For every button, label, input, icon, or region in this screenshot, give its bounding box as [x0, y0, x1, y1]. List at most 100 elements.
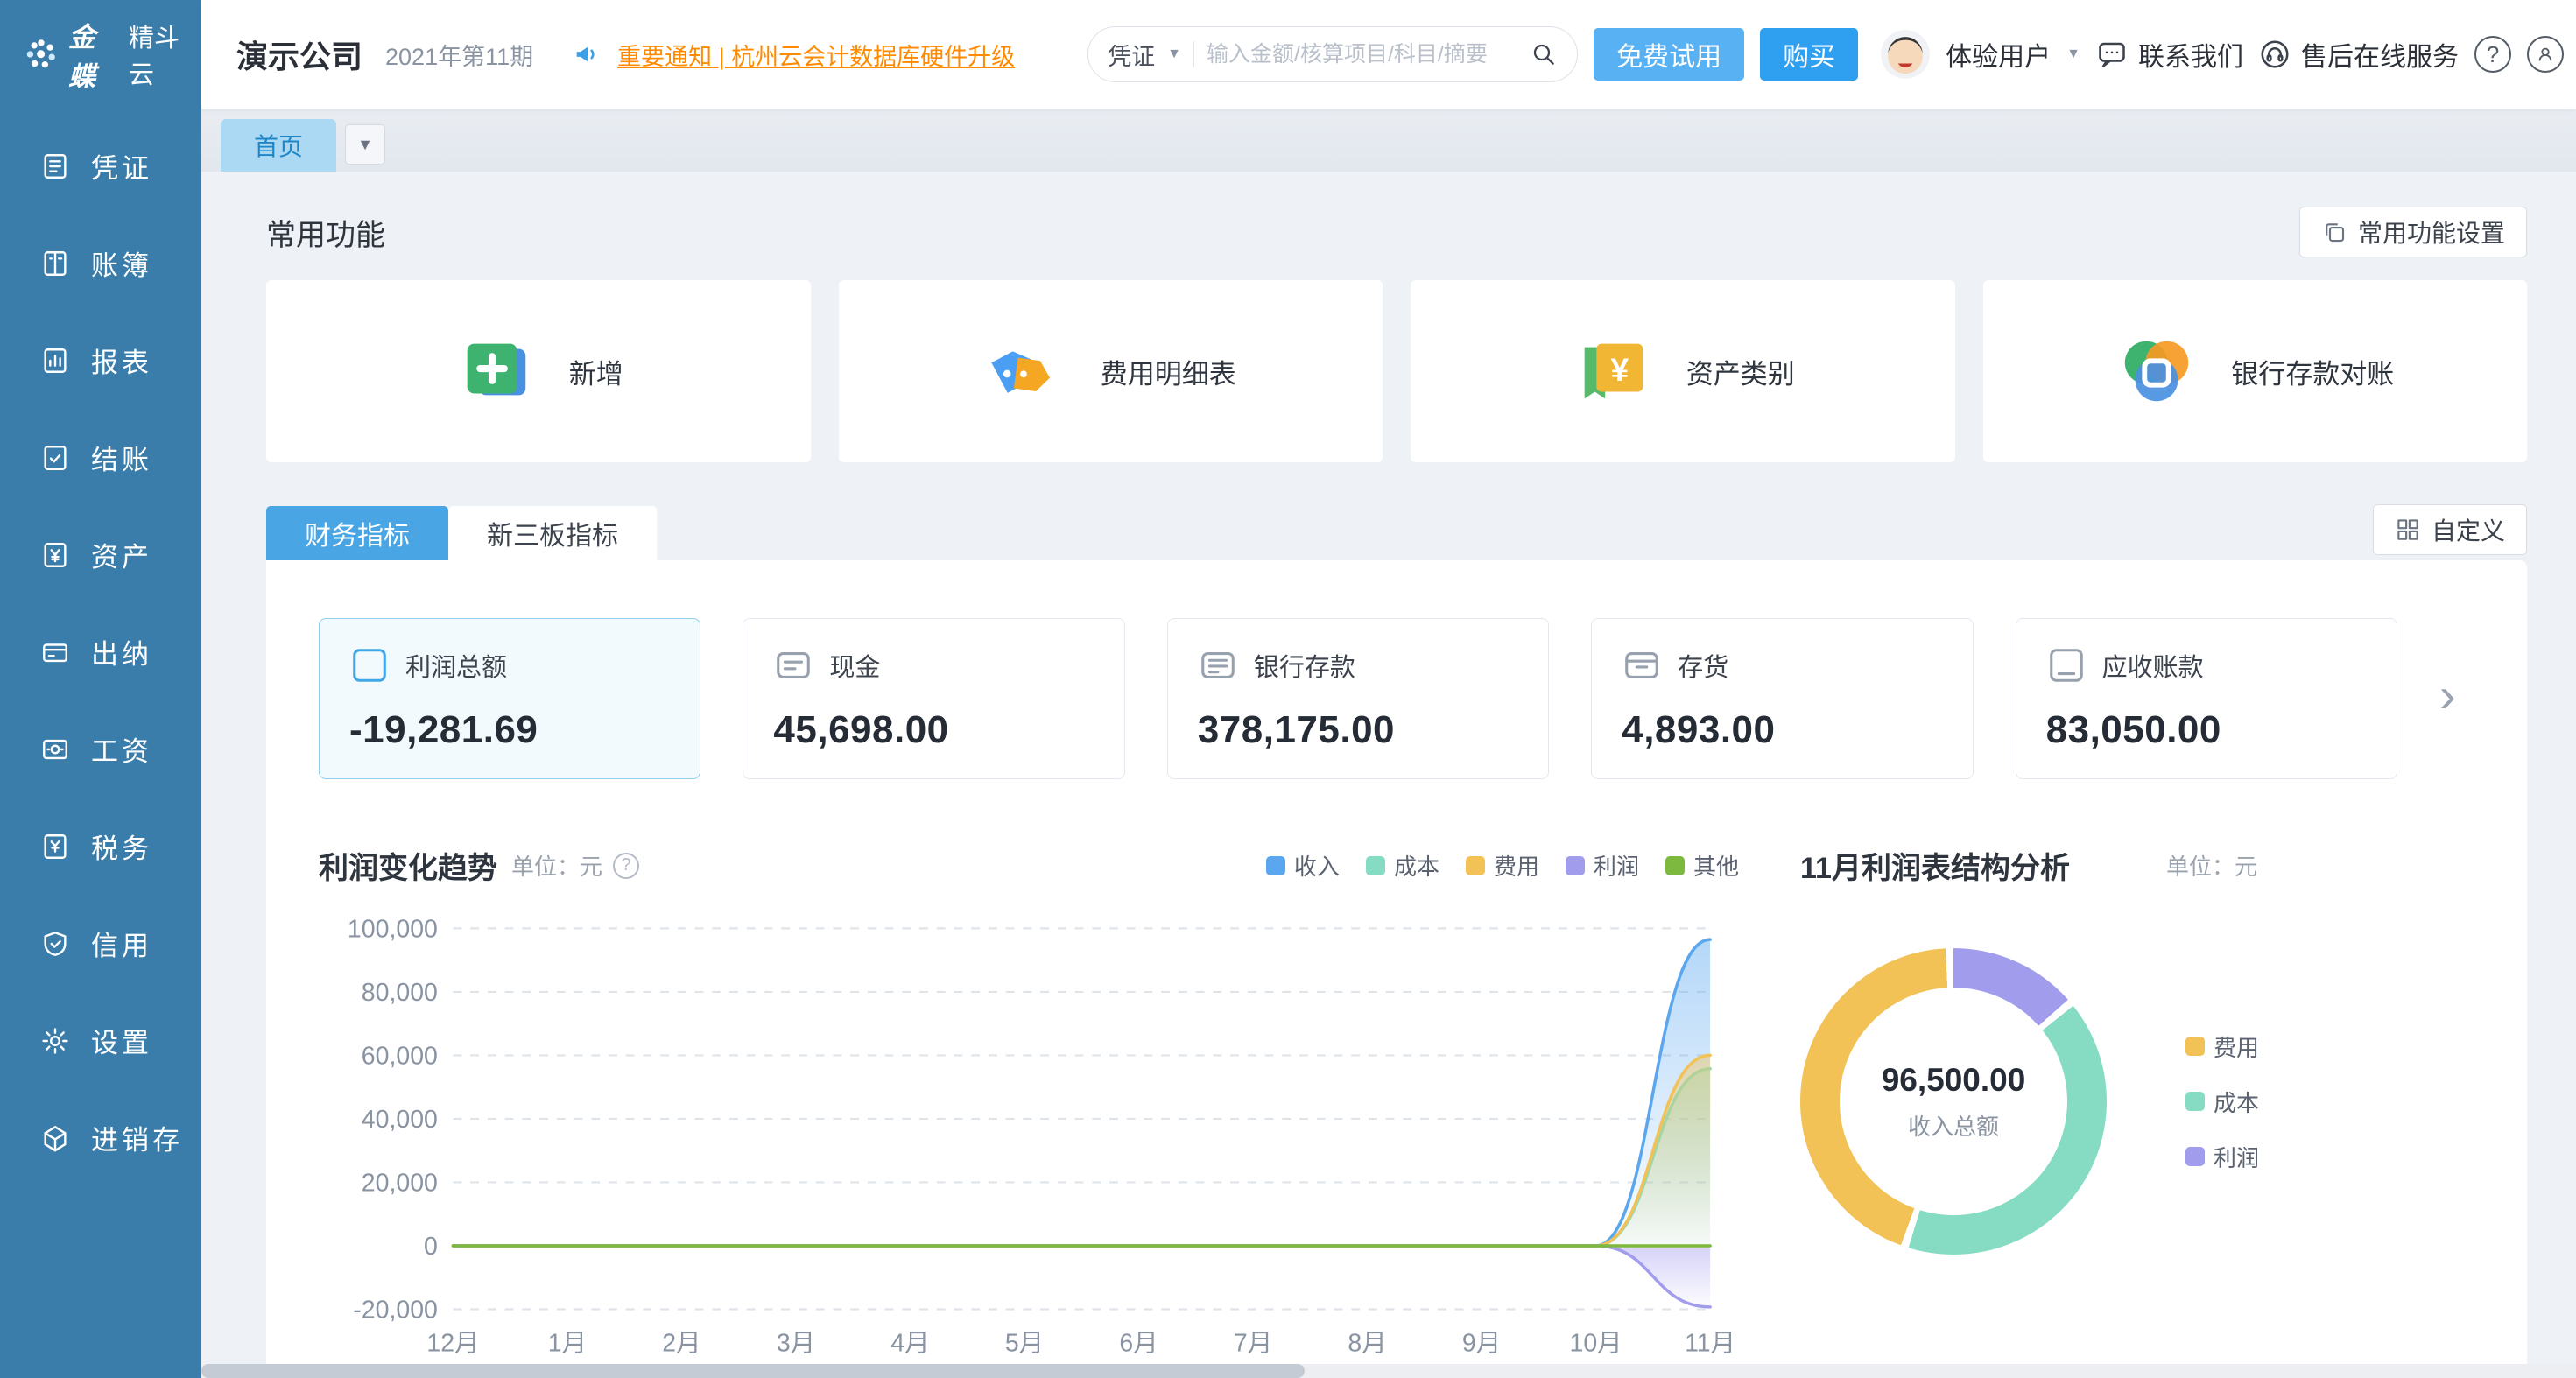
reconcile-icon: [2115, 330, 2198, 412]
svg-text:¥: ¥: [1610, 351, 1629, 388]
company-name[interactable]: 演示公司: [236, 32, 362, 77]
sidebar-item-label: 信用: [91, 924, 152, 963]
important-notice-link[interactable]: 重要通知 | 杭州云会计数据库硬件升级: [617, 38, 1015, 72]
legend-swatch: [2185, 1092, 2205, 1111]
user-avatar[interactable]: [1881, 30, 1930, 79]
search-category-select[interactable]: 凭证: [1108, 38, 1155, 72]
metric-label: 银行存款: [1254, 647, 1355, 684]
sidebar-item-inventory[interactable]: 进销存: [0, 1089, 201, 1186]
metric-card-total-profit[interactable]: ¥ 利润总额 -19,281.69: [319, 618, 700, 779]
legend-item-expense[interactable]: 费用: [2185, 1030, 2259, 1063]
legend-item-expense[interactable]: 费用: [1466, 849, 1539, 882]
chevron-down-icon[interactable]: ▼: [1167, 46, 1181, 62]
horizontal-scrollbar[interactable]: [201, 1364, 2576, 1378]
donut-legend: 费用 成本 利润: [2185, 1030, 2259, 1173]
sidebar-item-closing[interactable]: 结账: [0, 409, 201, 506]
legend-label: 成本: [2214, 1086, 2259, 1118]
metric-card-inventory[interactable]: 存货 4,893.00: [1591, 618, 1973, 779]
accounting-period[interactable]: 2021年第11期: [385, 38, 533, 72]
sidebar-item-asset[interactable]: 资产: [0, 506, 201, 603]
info-icon[interactable]: ?: [613, 853, 639, 879]
legend-item-cost[interactable]: 成本: [2185, 1086, 2259, 1118]
app-window: 金蝶 精斗云 凭证 账簿 报表 结账 资产: [0, 0, 2576, 1378]
tab-home[interactable]: 首页: [221, 119, 336, 172]
tab-financial-indicators[interactable]: 财务指标: [266, 506, 448, 560]
notification-icon[interactable]: [2527, 36, 2564, 73]
svg-text:6月: 6月: [1119, 1330, 1158, 1358]
svg-text:-20,000: -20,000: [353, 1296, 438, 1324]
metric-value: 45,698.00: [773, 708, 1094, 752]
search-icon[interactable]: [1530, 40, 1558, 68]
tab-dropdown-button[interactable]: ▼: [345, 124, 385, 165]
svg-text:0: 0: [424, 1233, 438, 1261]
chevron-down-icon[interactable]: ▼: [2066, 46, 2080, 62]
trend-unit-label: 单位：元: [511, 849, 602, 882]
sidebar-item-label: 设置: [91, 1021, 152, 1060]
metric-label: 应收账款: [2102, 647, 2204, 684]
feature-card-label: 资产类别: [1686, 352, 1795, 391]
feature-card-expense-detail[interactable]: 费用明细表: [839, 280, 1383, 462]
sidebar-item-credit[interactable]: 信用: [0, 895, 201, 992]
trend-plot: -20,000020,00040,00060,00080,000100,0001…: [319, 904, 1739, 1365]
customize-button[interactable]: 自定义: [2373, 504, 2527, 555]
sidebar-item-settings[interactable]: 设置: [0, 992, 201, 1089]
chat-bubble-icon: [2096, 39, 2128, 70]
sidebar-item-report[interactable]: 报表: [0, 312, 201, 409]
legend-item-profit[interactable]: 利润: [2185, 1141, 2259, 1173]
tab-neeq-indicators[interactable]: 新三板指标: [448, 506, 657, 560]
main-content: 常用功能 常用功能设置 新增: [201, 172, 2576, 1378]
sidebar-item-payroll[interactable]: 工资: [0, 700, 201, 798]
svg-text:40,000: 40,000: [362, 1106, 438, 1134]
metric-card-bank-deposit[interactable]: 银行存款 378,175.00: [1167, 618, 1549, 779]
closing-icon: [40, 443, 70, 473]
brand-logo[interactable]: 金蝶 精斗云: [0, 0, 201, 109]
sidebar-item-cashier[interactable]: 出纳: [0, 603, 201, 700]
legend-item-income[interactable]: 收入: [1266, 849, 1340, 882]
headset-icon: [2259, 39, 2291, 70]
metric-cards-row: ¥ 利润总额 -19,281.69 现金 45,698.00: [319, 618, 2474, 779]
svg-text:¥: ¥: [2061, 654, 2072, 671]
user-name[interactable]: 体验用户: [1946, 35, 2051, 74]
legend-label: 利润: [1594, 849, 1639, 882]
sidebar-item-label: 进销存: [91, 1118, 183, 1157]
after-sales-service-link[interactable]: 售后在线服务: [2259, 35, 2459, 74]
settings-gear-icon: [40, 1026, 70, 1056]
search-input[interactable]: [1207, 42, 1517, 67]
legend-item-cost[interactable]: 成本: [1366, 849, 1439, 882]
indicators-panel: ¥ 利润总额 -19,281.69 现金 45,698.00: [266, 560, 2527, 1378]
feature-card-bank-reconciliation[interactable]: 银行存款对账: [1983, 280, 2528, 462]
global-search: 凭证 ▼: [1087, 26, 1578, 82]
legend-item-profit[interactable]: 利润: [1566, 849, 1639, 882]
sidebar-item-voucher[interactable]: 凭证: [0, 117, 201, 214]
svg-text:3月: 3月: [777, 1330, 815, 1358]
donut-unit-label: 单位：元: [2166, 849, 2257, 882]
donut-center-value: 96,500.00: [1882, 1062, 2026, 1099]
free-trial-button[interactable]: 免费试用: [1594, 28, 1744, 81]
feature-card-asset-category[interactable]: ¥ 资产类别: [1411, 280, 1955, 462]
metric-card-cash[interactable]: 现金 45,698.00: [743, 618, 1124, 779]
sidebar-item-label: 资产: [91, 535, 152, 574]
buy-button[interactable]: 购买: [1760, 28, 1858, 81]
svg-text:5月: 5月: [1005, 1330, 1044, 1358]
metric-value: -19,281.69: [349, 708, 670, 752]
sidebar-item-ledger[interactable]: 账簿: [0, 214, 201, 312]
donut-chart[interactable]: 96,500.00 收入总额: [1800, 948, 2107, 1255]
carousel-next-button[interactable]: ›: [2439, 671, 2474, 727]
report-icon: [40, 346, 70, 376]
receivable-icon: ¥: [2046, 645, 2087, 685]
feature-card-add[interactable]: 新增: [266, 280, 811, 462]
svg-text:80,000: 80,000: [362, 979, 438, 1007]
common-functions-settings-button[interactable]: 常用功能设置: [2299, 207, 2527, 257]
legend-item-other[interactable]: 其他: [1665, 849, 1739, 882]
svg-text:12月: 12月: [426, 1330, 479, 1358]
metric-card-receivables[interactable]: ¥ 应收账款 83,050.00: [2016, 618, 2397, 779]
metric-value: 83,050.00: [2046, 708, 2367, 752]
horizontal-scrollbar-thumb[interactable]: [201, 1364, 1305, 1378]
sidebar-item-tax[interactable]: 税务: [0, 798, 201, 895]
contact-us-link[interactable]: 联系我们: [2096, 35, 2243, 74]
legend-label: 收入: [1294, 849, 1340, 882]
legend-swatch: [1665, 856, 1685, 875]
help-icon[interactable]: ?: [2474, 36, 2511, 73]
page-tabstrip: 首页 ▼: [201, 109, 2576, 172]
cashier-icon: [40, 637, 70, 667]
